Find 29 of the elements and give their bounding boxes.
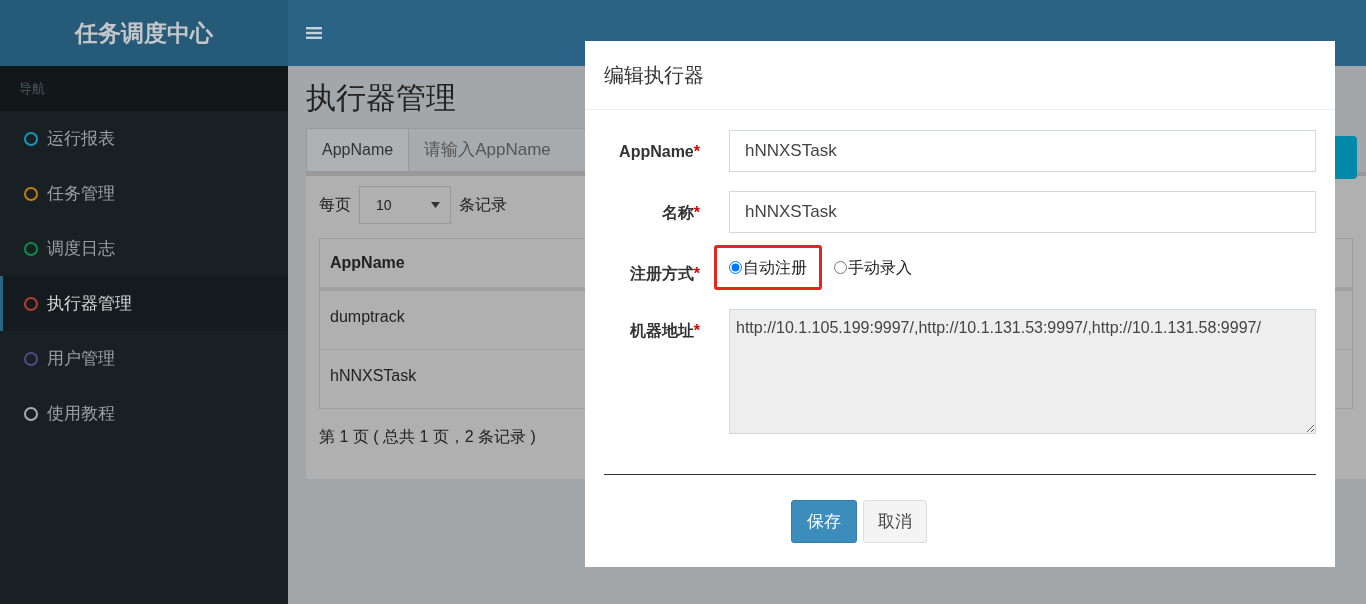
sidebar-item[interactable]: 用户管理 bbox=[0, 331, 288, 386]
nav-header: 导航 bbox=[19, 79, 45, 98]
page-size-label: 条记录 bbox=[459, 195, 507, 215]
radio-label[interactable]: 手动录入 bbox=[848, 255, 912, 280]
cancel-button[interactable]: 取消 bbox=[863, 500, 927, 543]
radio-label[interactable]: 自动注册 bbox=[743, 255, 807, 280]
modal-title: 编辑执行器 bbox=[604, 63, 704, 88]
radio-button[interactable] bbox=[834, 261, 847, 274]
caret-icon bbox=[431, 202, 440, 208]
pagination-info: 第 1 页 ( 总共 1 页，2 条记录 ) bbox=[319, 427, 537, 447]
sidebar-item[interactable]: 运行报表 bbox=[0, 111, 288, 166]
field-label: 注册方式* bbox=[628, 264, 700, 284]
app-logo[interactable]: 任务调度中心 bbox=[0, 0, 288, 66]
field-label: 名称* bbox=[660, 203, 700, 223]
menu-icon[interactable] bbox=[306, 26, 322, 40]
field-label: 机器地址* bbox=[628, 321, 700, 341]
input-addon: AppName bbox=[306, 128, 410, 172]
input-field[interactable]: hNNXSTask bbox=[729, 191, 1316, 233]
page-size-select[interactable]: 10 bbox=[359, 186, 451, 224]
input-field[interactable]: hNNXSTask bbox=[729, 130, 1316, 172]
sidebar-item[interactable]: 使用教程 bbox=[0, 386, 288, 441]
field-label: AppName* bbox=[618, 142, 700, 162]
page-size-label: 每页 bbox=[319, 195, 351, 215]
save-button[interactable]: 保存 bbox=[791, 500, 857, 543]
radio-button[interactable] bbox=[729, 261, 742, 274]
sidebar-item[interactable]: 调度日志 bbox=[0, 221, 288, 276]
sidebar-item[interactable]: 任务管理 bbox=[0, 166, 288, 221]
sidebar-item[interactable]: 执行器管理 bbox=[0, 276, 288, 331]
page-title: 执行器管理 bbox=[306, 80, 457, 116]
